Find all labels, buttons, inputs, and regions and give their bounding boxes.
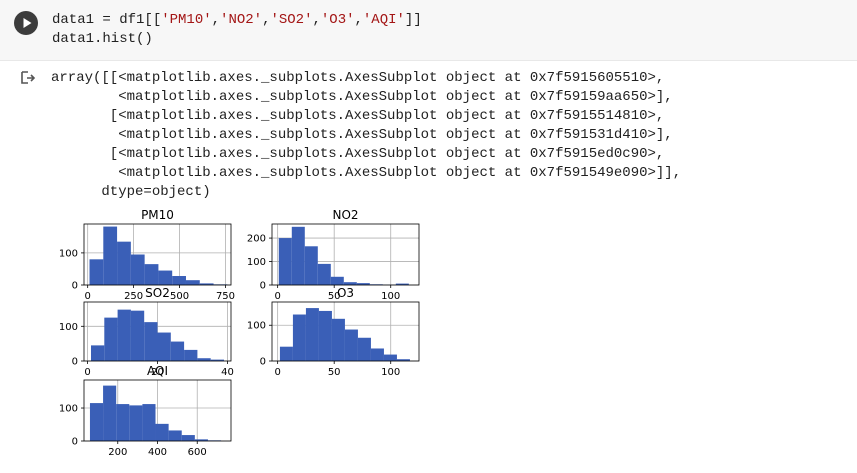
histogram-bar — [130, 254, 145, 285]
histogram-bar — [144, 322, 158, 361]
y-tick-label: 0 — [260, 281, 266, 292]
subplot-title: AQI — [147, 364, 168, 378]
histogram-bar — [184, 349, 198, 361]
histogram-bar — [291, 226, 305, 285]
x-tick-label: 600 — [188, 447, 207, 458]
x-tick-label: 400 — [148, 447, 167, 458]
subplot-title: PM10 — [141, 208, 174, 222]
histogram-bar — [130, 310, 145, 361]
y-tick-label: 100 — [59, 248, 78, 259]
histogram-bar — [185, 280, 200, 285]
x-tick-label: 0 — [274, 367, 280, 378]
histogram-bar — [142, 404, 156, 441]
y-tick-label: 200 — [247, 234, 266, 245]
subplot-title: O3 — [337, 286, 354, 300]
x-tick-label: 750 — [216, 291, 235, 302]
histogram-bar — [330, 276, 344, 285]
histogram-bar — [155, 423, 169, 441]
y-tick-label: 100 — [247, 321, 266, 332]
x-tick-label: 40 — [221, 367, 234, 378]
histogram-bar — [103, 385, 117, 441]
x-tick-label: 100 — [381, 291, 400, 302]
x-tick-label: 0 — [84, 291, 90, 302]
histogram-bar — [89, 403, 104, 441]
histogram-bar — [168, 430, 182, 441]
histogram-bar — [304, 246, 318, 285]
histogram-bar — [197, 358, 211, 361]
histogram-bar — [331, 318, 345, 361]
histogram-bar — [91, 345, 105, 361]
y-tick-label: 0 — [72, 281, 78, 292]
x-tick-label: 250 — [124, 291, 143, 302]
x-tick-label: 0 — [274, 291, 280, 302]
histogram-bar — [344, 329, 358, 361]
histogram-bar — [292, 314, 306, 361]
histogram-bar — [305, 308, 319, 361]
histogram-bar — [144, 264, 159, 285]
histogram-bar — [116, 404, 130, 441]
subplot-title: SO2 — [145, 286, 170, 300]
histogram-bar — [170, 341, 185, 361]
histogram-bar — [318, 310, 332, 361]
histogram-bar — [383, 354, 397, 361]
histogram-bar — [157, 332, 171, 361]
subplot-title: NO2 — [332, 208, 358, 222]
y-tick-label: 0 — [72, 357, 78, 368]
histogram-bar — [343, 282, 357, 285]
histogram-bar — [89, 259, 104, 285]
x-tick-label: 500 — [170, 291, 189, 302]
x-tick-label: 50 — [328, 367, 341, 378]
histogram-bar — [370, 348, 384, 361]
histogram-bar — [158, 270, 173, 285]
histogram-figure: 0 250 500 7500100PM100 50 1000100200NO20 20 400… — [59, 208, 420, 458]
y-tick-label: 0 — [260, 357, 266, 368]
histogram-bar — [279, 346, 293, 361]
histogram-bar — [103, 226, 118, 285]
histogram-bar — [357, 337, 371, 361]
histogram-bar — [117, 241, 131, 285]
histogram-bar — [278, 238, 292, 285]
histogram-bar — [104, 317, 118, 361]
x-tick-label: 0 — [84, 367, 90, 378]
x-tick-label: 200 — [108, 447, 127, 458]
y-tick-label: 100 — [59, 404, 78, 415]
y-tick-label: 100 — [59, 322, 78, 333]
x-tick-label: 100 — [381, 367, 400, 378]
histogram-bar — [181, 435, 195, 441]
y-tick-label: 100 — [247, 257, 266, 268]
y-tick-label: 0 — [72, 437, 78, 448]
histogram-bar — [317, 263, 331, 285]
histogram-bar — [117, 309, 131, 361]
histogram-bar — [129, 405, 143, 441]
histogram-bar — [172, 276, 186, 285]
